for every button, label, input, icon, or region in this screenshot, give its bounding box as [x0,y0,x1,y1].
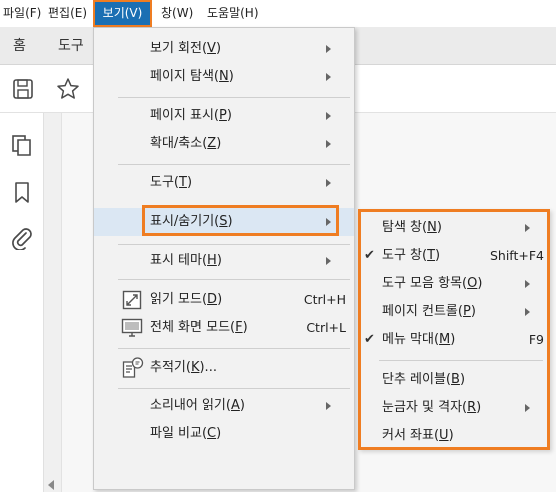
menu-help[interactable]: 도움말(H) [207,0,259,27]
checkmark-icon: ✔ [364,248,375,263]
submenu-arrow-icon [326,140,331,148]
bookmark-icon[interactable] [13,181,31,205]
full-screen-icon [121,318,143,337]
menu-separator [118,97,350,98]
view-menu: 보기 회전(V) 페이지 탐색(N) 페이지 표시(P) 확대/축소(Z) 도구… [93,27,355,490]
submenu-arrow-icon [326,112,331,120]
submenu-separator [379,360,543,361]
shortcut-menu-bar: F9 [528,332,544,347]
tracker-icon [122,357,144,378]
read-mode-icon [122,290,142,310]
submenu-arrow-icon [326,73,331,81]
menu-item-read-aloud[interactable]: 소리내어 읽기(A) [94,393,354,419]
menu-item-read-mode[interactable]: 읽기 모드(D) Ctrl+H [94,287,354,313]
shortcut-tools-pane: Shift+F4 [489,248,544,263]
submenu-arrow-icon [525,404,530,412]
submenu-item-menu-bar[interactable]: ✔ 메뉴 막대(M) F9 [361,326,547,354]
menu-item-zoom[interactable]: 확대/축소(Z) [94,131,354,157]
submenu-item-button-labels[interactable]: 단추 레이블(B) [361,366,547,394]
submenu-item-cursor-coordinates[interactable]: 커서 좌표(U) [361,422,547,450]
menu-separator [118,164,350,165]
left-rail [0,113,44,492]
menu-edit[interactable]: 편집(E) [48,0,87,27]
menu-item-page-display[interactable]: 페이지 표시(P) [94,103,354,129]
pages-icon[interactable] [11,134,33,158]
scroll-left-arrow-icon[interactable] [48,480,54,490]
menu-item-page-navigation[interactable]: 페이지 탐색(N) [94,64,354,90]
show-hide-submenu: 탐색 창(N) ✔ 도구 창(T) Shift+F4 도구 모음 항목(O) 페… [358,209,550,450]
menu-item-display-theme[interactable]: 표시 테마(H) [94,248,354,274]
menu-file[interactable]: 파일(F) [3,0,41,27]
shortcut-full-screen: Ctrl+L [306,320,346,335]
submenu-item-tools-pane[interactable]: ✔ 도구 창(T) Shift+F4 [361,242,547,270]
menu-separator [118,388,350,389]
submenu-arrow-icon [326,402,331,410]
menu-view[interactable]: 보기(V) [93,0,152,27]
paperclip-icon[interactable] [11,226,33,250]
scroll-gutter [44,113,62,492]
tab-tools[interactable]: 도구 [58,27,84,65]
menu-separator [118,244,350,245]
submenu-arrow-icon [525,280,530,288]
menu-separator [118,279,350,280]
star-icon[interactable] [56,77,80,101]
submenu-arrow-icon [326,179,331,187]
show-hide-highlight-outline [142,205,339,236]
submenu-item-toolbar-items[interactable]: 도구 모음 항목(O) [361,270,547,298]
submenu-item-navigation-pane[interactable]: 탐색 창(N) [361,214,547,242]
submenu-item-page-controls[interactable]: 페이지 컨트롤(P) [361,298,547,326]
menu-item-full-screen[interactable]: 전체 화면 모드(F) Ctrl+L [94,315,354,341]
tab-home[interactable]: 홈 [13,27,26,65]
submenu-arrow-icon [326,257,331,265]
menu-item-tracker[interactable]: 추적기(K)... [94,355,354,381]
submenu-arrow-icon [326,45,331,53]
submenu-arrow-icon [525,224,530,232]
menu-item-rotate-view[interactable]: 보기 회전(V) [94,36,354,62]
menu-window[interactable]: 창(W) [161,0,193,27]
submenu-item-rulers-grids[interactable]: 눈금자 및 격자(R) [361,394,547,422]
shortcut-read-mode: Ctrl+H [303,292,346,307]
menu-bar: 파일(F) 편집(E) 보기(V) 창(W) 도움말(H) [0,0,556,27]
menu-separator [118,348,350,349]
submenu-arrow-icon [525,308,530,316]
save-icon[interactable] [12,78,34,100]
menu-item-tools[interactable]: 도구(T) [94,170,354,196]
checkmark-icon: ✔ [364,332,375,347]
menu-item-compare-files[interactable]: 파일 비교(C) [94,421,354,447]
